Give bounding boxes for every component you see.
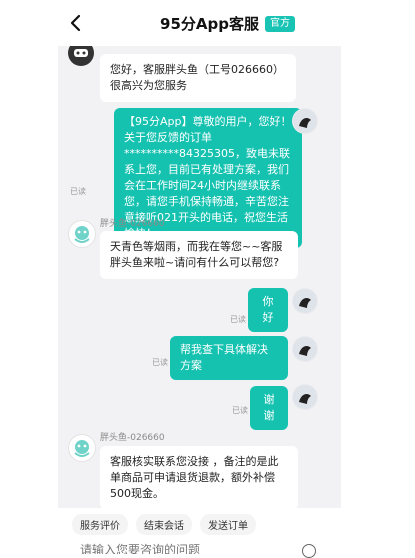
read-status: 已读: [152, 358, 168, 367]
agent-message: 客服核实联系您没接 ，备注的是此单商品可申请退货退款，额外补偿500现金。: [100, 446, 298, 508]
user-message: 你好: [248, 288, 288, 332]
page-title: 95分App客服: [160, 15, 259, 33]
user-message: 谢谢: [250, 386, 288, 430]
official-badge: 官方: [264, 15, 295, 32]
header-bar: 95分App客服 官方: [0, 0, 415, 46]
agent-name: 胖头鱼-026660: [100, 219, 165, 229]
agent-name: 胖头鱼-026660: [100, 433, 165, 443]
agent-avatar: [68, 220, 96, 248]
user-avatar: [292, 288, 318, 314]
quick-action-bar: 服务评价 结束会话 发送订单: [58, 508, 341, 540]
read-status: 已读: [230, 315, 246, 324]
message-input[interactable]: [78, 542, 282, 554]
user-avatar: [292, 108, 318, 134]
user-avatar: [292, 384, 318, 410]
agent-avatar: [68, 46, 94, 66]
end-session-button[interactable]: 结束会话: [136, 513, 192, 535]
rate-service-button[interactable]: 服务评价: [72, 513, 128, 535]
agent-message: 天青色等烟雨，而我在等您~~客服胖头鱼来啦~请问有什么可以帮您?: [100, 231, 298, 279]
send-order-button[interactable]: 发送订单: [200, 513, 256, 535]
user-message: 帮我查下具体解决方案: [170, 336, 288, 380]
title-group: 95分App客服 官方: [0, 13, 415, 34]
plus-icon[interactable]: [302, 544, 316, 558]
chat-area[interactable]: 您好，客服胖头鱼（工号026660）很高兴为您服务 【95分App】尊敬的用户，…: [58, 46, 341, 508]
user-avatar: [292, 336, 318, 362]
agent-message: 您好，客服胖头鱼（工号026660）很高兴为您服务: [100, 54, 296, 102]
read-status: 已读: [70, 187, 86, 196]
agent-avatar: [68, 434, 96, 462]
input-bar: [58, 540, 341, 554]
read-status: 已读: [232, 406, 248, 415]
